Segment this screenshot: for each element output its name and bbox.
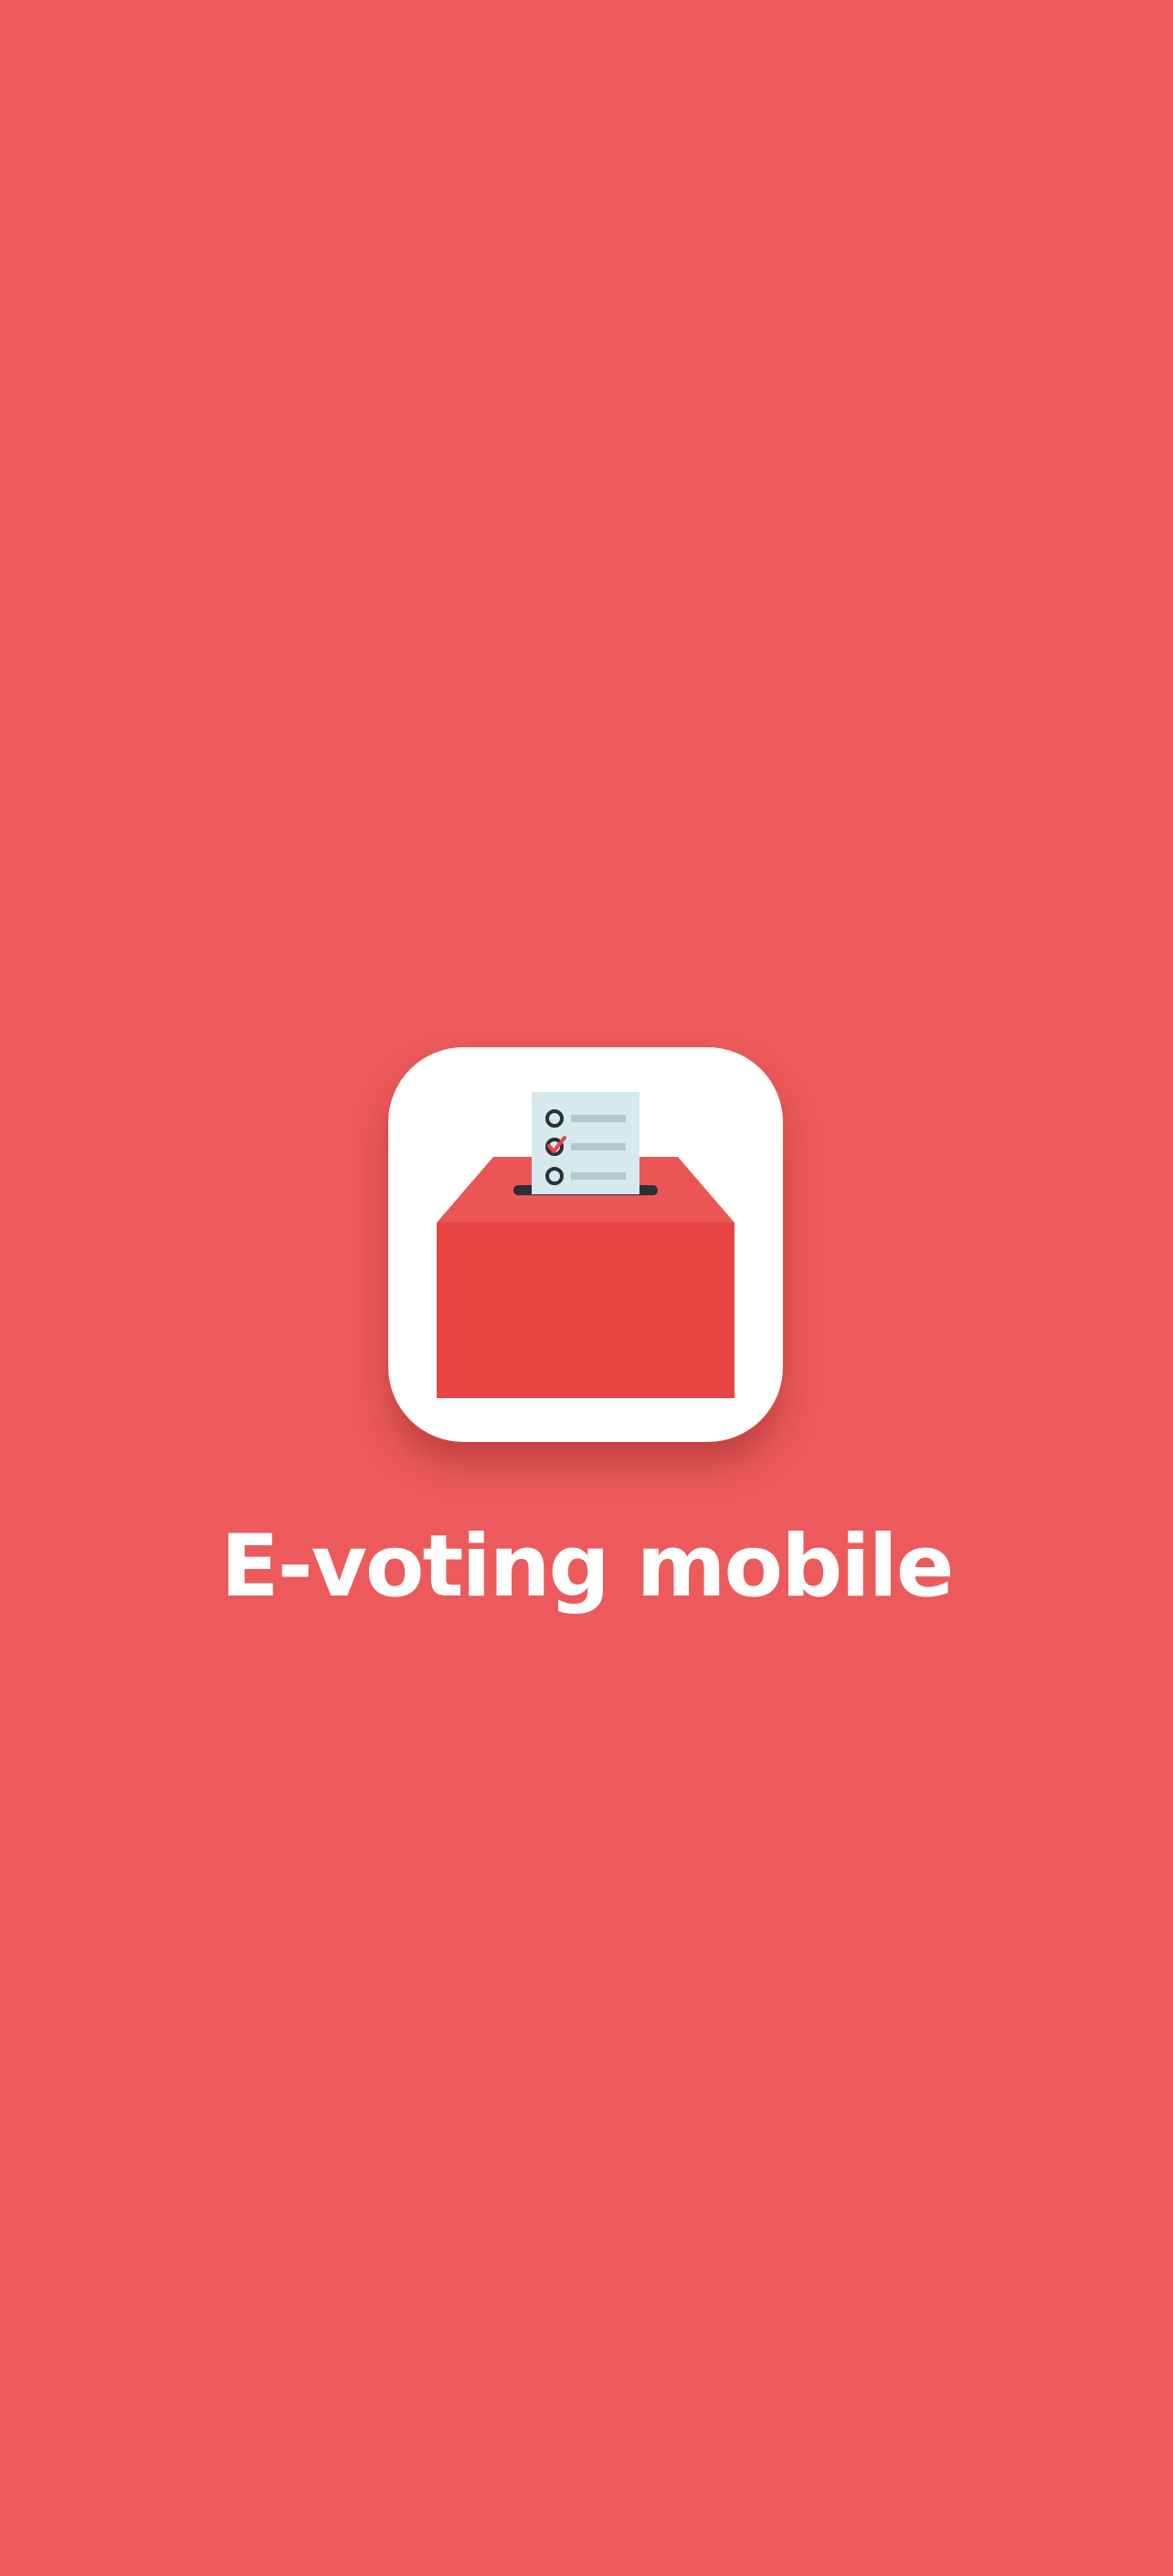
splash-screen: E-voting mobile [0, 0, 1173, 2576]
app-title: E-voting mobile [220, 1517, 954, 1617]
ballot-option-line [571, 1172, 626, 1180]
ballot-option-line [571, 1143, 626, 1150]
ballot-option-line [571, 1115, 626, 1122]
app-logo [388, 1047, 783, 1442]
ballot-box-icon [437, 1092, 734, 1398]
ballot-box-front [437, 1223, 734, 1398]
